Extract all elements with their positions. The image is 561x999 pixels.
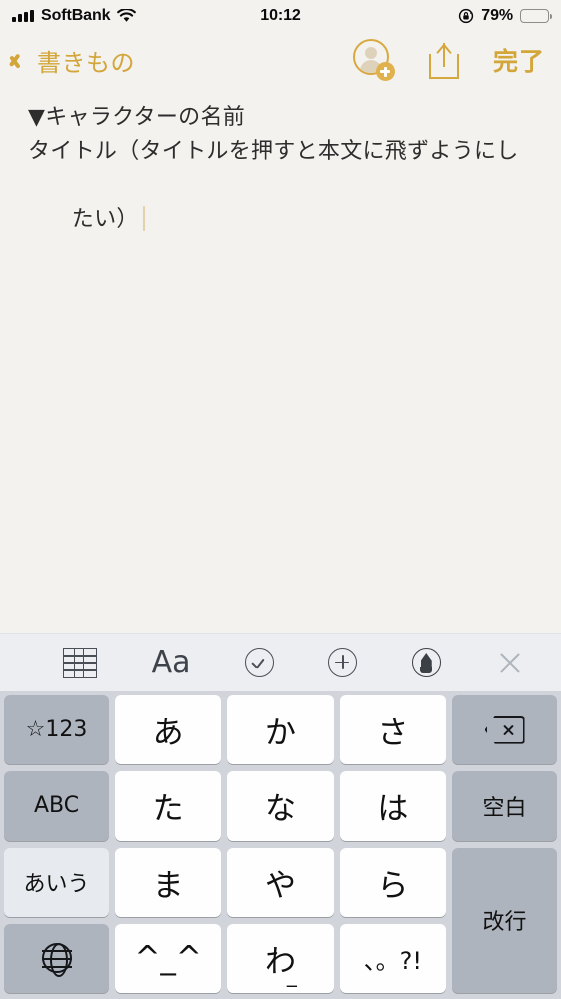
battery-percent-label: 79% bbox=[481, 6, 513, 24]
clock-label: 10:12 bbox=[260, 6, 301, 24]
note-line-3-wrapper: たい） bbox=[28, 169, 537, 271]
battery-icon bbox=[520, 8, 553, 23]
key-ta[interactable]: た bbox=[115, 771, 222, 841]
globe-icon bbox=[41, 943, 72, 978]
keyboard-grid: ☆123 あ か さ ABC た な は 空白 あいう ま や ら 改行 ^_^… bbox=[4, 695, 557, 993]
key-space[interactable]: 空白 bbox=[452, 771, 557, 841]
table-icon[interactable] bbox=[63, 647, 98, 678]
key-abc[interactable]: ABC bbox=[4, 771, 109, 841]
carrier-label: SoftBank bbox=[41, 6, 111, 24]
text-caret bbox=[142, 206, 146, 231]
key-aiu[interactable]: あいう bbox=[4, 847, 109, 917]
note-line-2: タイトル（タイトルを押すと本文に飛ずようにし bbox=[28, 139, 519, 164]
status-bar-left: SoftBank bbox=[12, 6, 137, 25]
key-punctuation[interactable]: 、。?! bbox=[339, 923, 446, 993]
markup-pen-icon[interactable] bbox=[411, 648, 441, 677]
key-sa[interactable]: さ bbox=[339, 695, 446, 765]
add-attachment-icon[interactable] bbox=[328, 648, 358, 677]
key-return[interactable]: 改行 bbox=[452, 847, 557, 993]
share-icon[interactable] bbox=[428, 41, 459, 79]
key-wa[interactable]: わ _ bbox=[227, 923, 334, 993]
note-line-3: たい） bbox=[71, 207, 139, 232]
note-editor[interactable]: ▼キャラクターの名前 タイトル（タイトルを押すと本文に飛ずようにし たい） bbox=[0, 89, 561, 633]
rotation-lock-icon bbox=[458, 8, 474, 24]
key-emoticon[interactable]: ^_^ bbox=[115, 923, 222, 993]
chevron-left-icon bbox=[16, 47, 31, 73]
add-person-icon[interactable] bbox=[352, 39, 395, 81]
close-icon[interactable] bbox=[495, 648, 525, 678]
phone-screen: SoftBank 10:12 79% 書きもの 完了 ▼キャラクターの名前 タイ… bbox=[0, 0, 561, 999]
back-button-label: 書きもの bbox=[37, 48, 135, 77]
back-button[interactable]: 書きもの bbox=[16, 43, 135, 78]
wifi-icon bbox=[117, 7, 137, 23]
key-globe[interactable] bbox=[4, 923, 109, 993]
key-backspace[interactable] bbox=[452, 695, 557, 765]
key-ya[interactable]: や bbox=[227, 847, 334, 917]
key-ra[interactable]: ら bbox=[339, 847, 446, 917]
key-numbers[interactable]: ☆123 bbox=[4, 695, 109, 765]
done-button[interactable]: 完了 bbox=[493, 42, 545, 78]
navigation-bar: 書きもの 完了 bbox=[0, 31, 561, 89]
status-bar: SoftBank 10:12 79% bbox=[0, 0, 561, 31]
cellular-signal-icon bbox=[12, 9, 34, 22]
key-wa-sublabel: _ bbox=[286, 963, 297, 988]
key-ka[interactable]: か bbox=[227, 695, 334, 765]
format-toolbar-items: Aa bbox=[0, 645, 468, 680]
key-a[interactable]: あ bbox=[115, 695, 222, 765]
checklist-icon[interactable] bbox=[244, 648, 274, 677]
format-toolbar: Aa bbox=[0, 633, 561, 691]
key-ha[interactable]: は bbox=[339, 771, 446, 841]
key-ma[interactable]: ま bbox=[115, 847, 222, 917]
status-bar-right: 79% bbox=[458, 6, 553, 25]
note-line-1: ▼キャラクターの名前 bbox=[28, 105, 246, 130]
backspace-icon bbox=[484, 715, 525, 744]
key-na[interactable]: な bbox=[227, 771, 334, 841]
keyboard: ☆123 あ か さ ABC た な は 空白 あいう ま や ら 改行 ^_^… bbox=[0, 691, 561, 999]
text-format-icon[interactable]: Aa bbox=[152, 645, 191, 680]
navigation-bar-actions: 完了 bbox=[352, 39, 545, 81]
